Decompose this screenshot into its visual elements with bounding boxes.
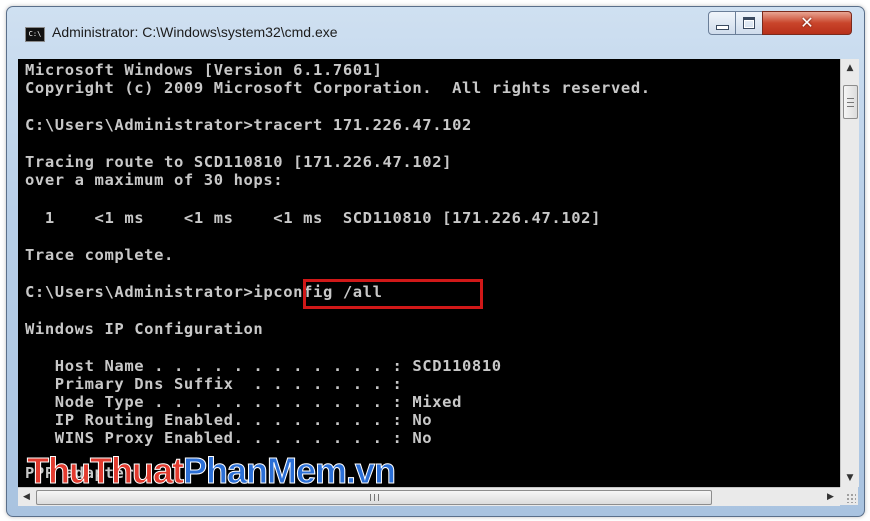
console-line: Microsoft Windows [Version 6.1.7601] [25,61,383,79]
title-bar[interactable]: C:\ Administrator: C:\Windows\system32\c… [7,7,864,55]
maximize-button[interactable] [735,11,763,35]
scroll-right-button[interactable]: ▶ [822,488,839,506]
console-line: Node Type . . . . . . . . . . . . : Mixe… [25,393,462,411]
resize-grip[interactable] [840,487,858,505]
minimize-button[interactable] [708,11,736,35]
console-line: IP Routing Enabled. . . . . . . . : No [25,411,433,429]
console-output[interactable]: Microsoft Windows [Version 6.1.7601] Cop… [18,59,840,487]
grip-icon [847,97,854,107]
vertical-scroll-thumb[interactable] [843,85,858,119]
watermark-part1: ThuThuat [27,450,185,492]
close-icon: ✕ [800,13,814,32]
watermark-logo: ThuThuatPhanMem.vn [27,450,397,492]
resize-grip-icon [846,493,856,503]
right-arrow-icon: ▶ [827,492,834,502]
up-arrow-icon: ▲ [846,62,854,73]
console-line: over a maximum of 30 hops: [25,171,284,189]
left-arrow-icon: ◀ [23,492,30,502]
vertical-scrollbar[interactable]: ▲ ▼ [840,59,859,487]
console-line: C:\Users\Administrator>tracert 171.226.4… [25,116,472,134]
maximize-icon [743,17,755,29]
console-line: Primary Dns Suffix . . . . . . . : [25,375,403,393]
scroll-up-button[interactable]: ▲ [841,59,859,76]
console-line: WINS Proxy Enabled. . . . . . . . : No [25,429,433,447]
watermark-part2: PhanMem.vn [182,450,396,492]
console-line: Copyright (c) 2009 Microsoft Corporation… [25,79,651,97]
minimize-icon [715,24,729,30]
console-line: Trace complete. [25,246,174,264]
cmd-icon[interactable]: C:\ [25,27,45,42]
command-highlight-box [303,279,483,309]
close-button[interactable]: ✕ [762,11,852,35]
console-line: Host Name . . . . . . . . . . . . : SCD1… [25,357,502,375]
console-line: 1 <1 ms <1 ms <1 ms SCD110810 [171.226.4… [25,209,602,227]
console-line: Windows IP Configuration [25,320,264,338]
window-title: Administrator: C:\Windows\system32\cmd.e… [52,24,338,40]
scroll-down-button[interactable]: ▼ [841,469,859,486]
down-arrow-icon: ▼ [846,472,854,483]
horizontal-scroll-thumb[interactable] [36,490,712,505]
console-line: Tracing route to SCD110810 [171.226.47.1… [25,153,453,171]
grip-icon [369,494,379,501]
cmd-window: C:\ Administrator: C:\Windows\system32\c… [6,6,865,517]
